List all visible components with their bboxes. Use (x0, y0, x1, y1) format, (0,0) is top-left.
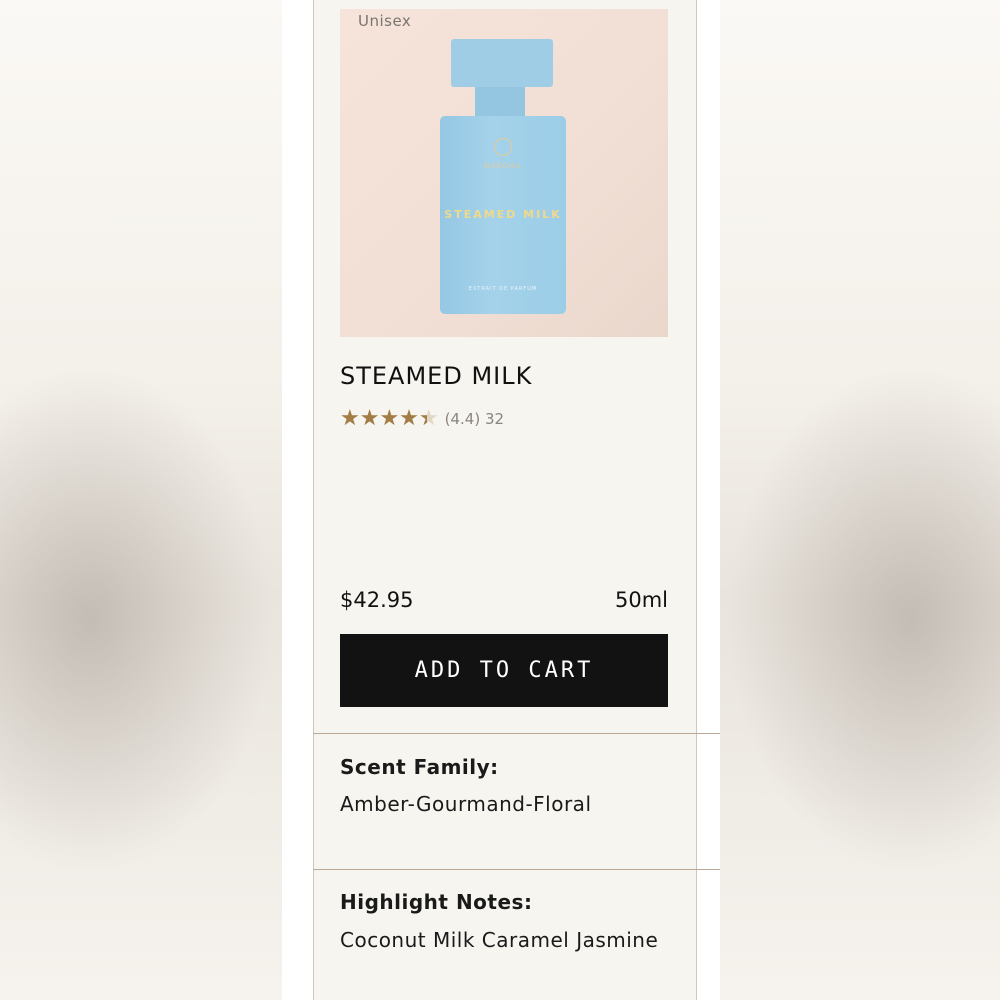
product-image[interactable]: Unisex DAKCHA STEAMED MILK EXTRAIT DE PA… (340, 9, 668, 337)
bottle-brand-text: DAKCHA (483, 162, 523, 170)
divider (313, 869, 720, 870)
stars-filled: ★★★★★ (340, 408, 427, 430)
highlight-notes-label: Highlight Notes: (340, 890, 533, 914)
scent-family-label: Scent Family: (340, 755, 499, 779)
add-to-cart-button[interactable]: ADD TO CART (340, 634, 668, 707)
rating[interactable]: ★★★★★ ★★★★★ (4.4) 32 (340, 408, 504, 430)
size: 50ml (614, 588, 668, 612)
product-title[interactable]: STEAMED MILK (340, 362, 532, 390)
star-rating-icon: ★★★★★ ★★★★★ (340, 408, 439, 430)
unisex-tag: Unisex (358, 12, 412, 30)
bottle-body: DAKCHA STEAMED MILK EXTRAIT DE PARFUM (440, 116, 566, 314)
highlight-notes-value: Coconut Milk Caramel Jasmine (340, 928, 659, 952)
bottle-cap (451, 39, 553, 87)
divider (313, 733, 720, 734)
scent-family-value: Amber-Gourmand-Floral (340, 792, 592, 816)
rating-count: (4.4) 32 (444, 410, 505, 428)
price: $42.95 (340, 588, 414, 612)
bottle-label: STEAMED MILK (444, 208, 562, 221)
bottle-subtext: EXTRAIT DE PARFUM (468, 286, 538, 292)
bottle-neck (475, 87, 525, 117)
brand-logo-icon (494, 138, 512, 156)
